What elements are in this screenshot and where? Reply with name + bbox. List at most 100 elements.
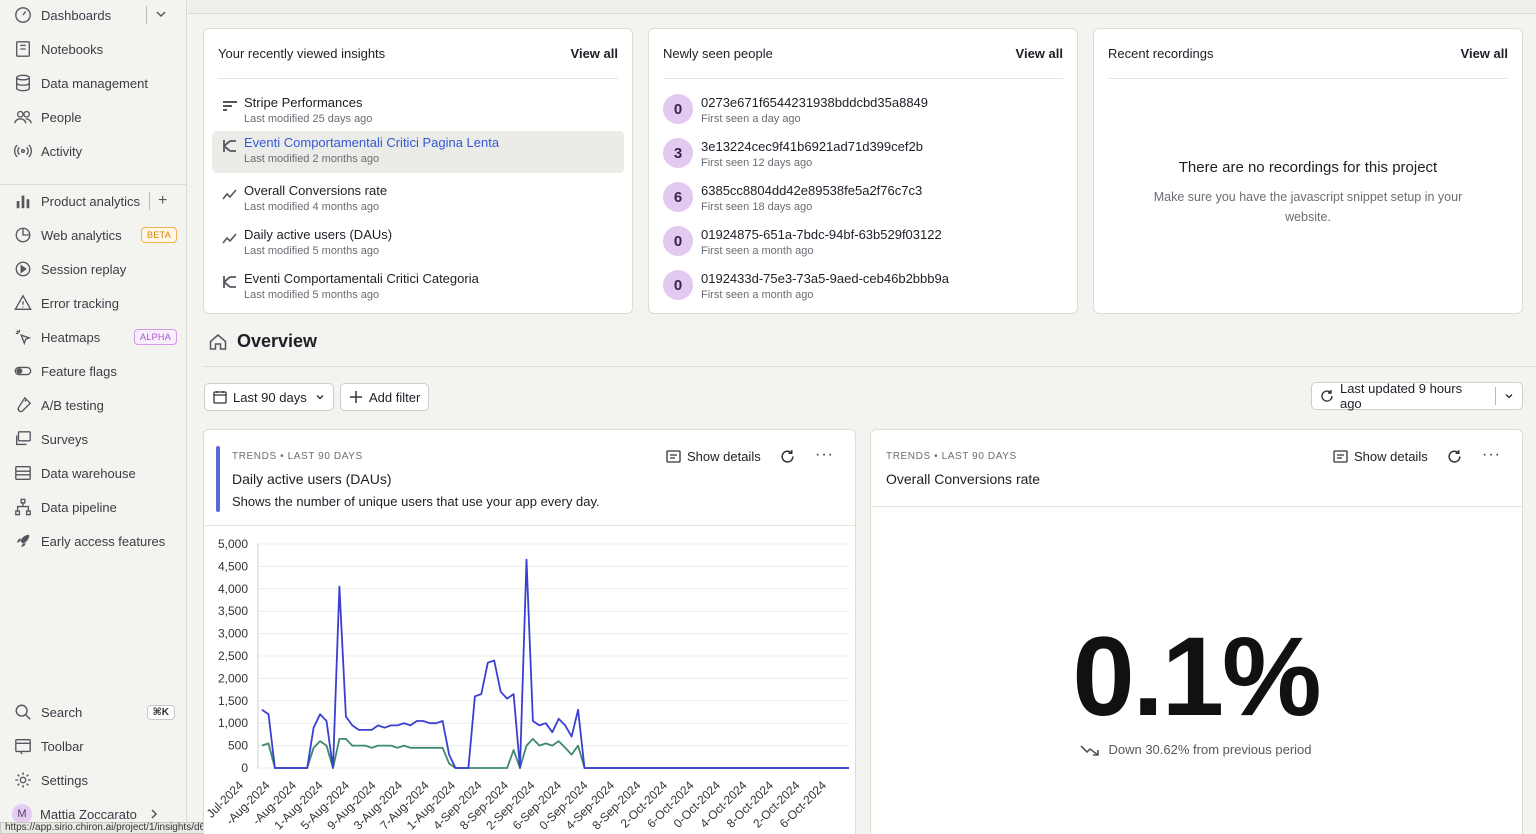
person-id: 0192433d-75e3-73a5-9aed-ceb46b2bbb9a <box>701 271 949 286</box>
rocket-icon <box>12 530 34 552</box>
insight-item[interactable]: Overall Conversions rate Last modified 4… <box>212 179 624 221</box>
sidebar-item-product-analytics[interactable]: Product analytics + <box>0 186 187 216</box>
sidebar-item-label: Data pipeline <box>41 499 117 515</box>
insight-title: Eventi Comportamentali Critici Pagina Le… <box>244 135 500 150</box>
person-item[interactable]: 0 0192433d-75e3-73a5-9aed-ceb46b2bbb9a F… <box>663 267 1069 309</box>
sidebar-item-label: Surveys <box>41 431 88 447</box>
bar-chart-icon <box>12 190 34 212</box>
add-filter-label: Add filter <box>369 389 421 405</box>
chevron-down-icon[interactable] <box>155 8 167 23</box>
shortcut-badge: ⌘K <box>146 704 175 720</box>
sidebar-item-web-analytics[interactable]: Web analytics BETA <box>0 220 187 250</box>
calendar-icon <box>213 391 227 404</box>
more-icon[interactable]: ··· <box>1482 446 1501 464</box>
sidebar-item-activity[interactable]: Activity <box>0 136 187 166</box>
sidebar-item-label: Dashboards <box>41 7 112 23</box>
y-tick-label: 1,500 <box>218 694 248 708</box>
sidebar-item-data-pipeline[interactable]: Data pipeline <box>0 492 187 522</box>
y-tick-label: 4,000 <box>218 582 248 596</box>
y-tick-label: 5,000 <box>218 537 248 551</box>
tile-description: Shows the number of unique users that us… <box>232 494 600 509</box>
person-seen: First seen a day ago <box>701 113 801 125</box>
show-details-button[interactable]: Show details <box>666 449 761 464</box>
new-people-card: Newly seen people View all 0 0273e671f65… <box>648 28 1078 314</box>
sidebar-item-data-management[interactable]: Data management <box>0 68 187 98</box>
sidebar-item-ab-testing[interactable]: A/B testing <box>0 390 187 420</box>
home-icon <box>209 333 227 350</box>
top-strip <box>188 0 1536 14</box>
person-item[interactable]: 0 0273e671f6544231938bddcbd35a8849 First… <box>663 91 1069 133</box>
insight-title: Stripe Performances <box>244 95 363 110</box>
refresh-icon[interactable] <box>780 449 795 464</box>
sidebar-item-label: Session replay <box>41 261 127 277</box>
details-icon <box>666 450 681 463</box>
refresh-icon[interactable] <box>1447 449 1462 464</box>
insight-item[interactable]: Eventi Comportamentali Critici Pagina Le… <box>212 131 624 173</box>
y-tick-label: 500 <box>228 739 248 753</box>
date-filter-button[interactable]: Last 90 days <box>204 383 334 411</box>
sidebar-item-surveys[interactable]: Surveys <box>0 424 187 454</box>
sidebar-item-label: Heatmaps <box>41 329 101 345</box>
view-all-link[interactable]: View all <box>1461 46 1508 61</box>
sidebar-item-error-tracking[interactable]: Error tracking <box>0 288 187 318</box>
empty-state-description: Make sure you have the javascript snippe… <box>1153 190 1463 224</box>
page-title: Overview <box>237 331 318 351</box>
person-item[interactable]: 6 6385cc8804dd42e89538fe5a2f76c7c3 First… <box>663 179 1069 221</box>
tile-label: TRENDS • LAST 90 DAYS <box>886 451 1017 462</box>
alpha-badge: ALPHA <box>133 329 177 345</box>
person-item[interactable]: 3 3e13224cec9f41b6921ad71d399cef2b First… <box>663 135 1069 177</box>
sidebar-item-label: Data management <box>41 75 148 91</box>
show-details-label: Show details <box>1354 449 1428 464</box>
recent-insights-card: Your recently viewed insights View all S… <box>203 28 633 314</box>
sidebar-item-notebooks[interactable]: Notebooks <box>0 34 187 64</box>
person-id: 3e13224cec9f41b6921ad71d399cef2b <box>701 139 923 154</box>
insight-item[interactable]: Daily active users (DAUs) Last modified … <box>212 223 624 265</box>
insight-item[interactable]: Eventi Comportamentali Critici Categoria… <box>212 267 624 309</box>
view-all-link[interactable]: View all <box>571 46 618 61</box>
chevron-down-icon[interactable] <box>1504 391 1514 401</box>
sidebar-item-session-replay[interactable]: Session replay <box>0 254 187 284</box>
tile-title[interactable]: Overall Conversions rate <box>886 471 1040 487</box>
card-title: Recent recordings <box>1108 46 1214 61</box>
recordings-card: Recent recordings View all There are no … <box>1093 28 1523 314</box>
gauge-icon <box>12 4 34 26</box>
person-seen: First seen a month ago <box>701 289 814 301</box>
chat-icon <box>12 428 34 450</box>
sidebar-item-label: Error tracking <box>41 295 120 311</box>
cursor-click-icon <box>12 326 34 348</box>
trend-icon <box>222 186 238 202</box>
show-details-button[interactable]: Show details <box>1333 449 1428 464</box>
broadcast-icon <box>12 140 34 162</box>
add-filter-button[interactable]: Add filter <box>340 383 430 411</box>
conversion-value: 0.1% <box>1072 614 1321 739</box>
sidebar-item-settings[interactable]: Settings <box>0 765 187 795</box>
sidebar-item-early-access[interactable]: Early access features <box>0 526 187 556</box>
trend-icon <box>222 230 238 246</box>
plus-icon[interactable]: + <box>158 192 167 210</box>
sidebar-item-feature-flags[interactable]: Feature flags <box>0 356 187 386</box>
insight-title: Overall Conversions rate <box>244 183 388 198</box>
view-all-link[interactable]: View all <box>1016 46 1063 61</box>
insight-item[interactable]: Stripe Performances Last modified 25 day… <box>212 91 624 133</box>
sidebar-item-label: Early access features <box>41 533 166 549</box>
sidebar-item-label: Product analytics <box>41 193 140 209</box>
person-item[interactable]: 0 01924875-651a-7bdc-94bf-63b529f03122 F… <box>663 223 1069 265</box>
sidebar-item-dashboards[interactable]: Dashboards <box>0 0 187 30</box>
sidebar-item-people[interactable]: People <box>0 102 187 132</box>
more-icon[interactable]: ··· <box>815 446 834 464</box>
sidebar: Dashboards Notebooks Data management Peo… <box>0 0 187 834</box>
sidebar-item-label: Data warehouse <box>41 465 136 481</box>
sidebar-item-search[interactable]: Search ⌘K <box>0 697 187 727</box>
tile-title[interactable]: Daily active users (DAUs) <box>232 471 391 487</box>
lifecycle-icon <box>222 274 238 290</box>
flask-icon <box>12 394 34 416</box>
sidebar-item-data-warehouse[interactable]: Data warehouse <box>0 458 187 488</box>
avatar: M <box>12 804 32 824</box>
insight-title: Daily active users (DAUs) <box>244 227 393 242</box>
sidebar-item-toolbar[interactable]: Toolbar <box>0 731 187 761</box>
refresh-button[interactable]: Last updated 9 hours ago <box>1311 381 1523 411</box>
sidebar-item-heatmaps[interactable]: Heatmaps ALPHA <box>0 322 187 352</box>
y-tick-label: 3,000 <box>218 627 248 641</box>
avatar: 3 <box>663 138 693 168</box>
sidebar-item-label: Web analytics <box>41 227 122 243</box>
